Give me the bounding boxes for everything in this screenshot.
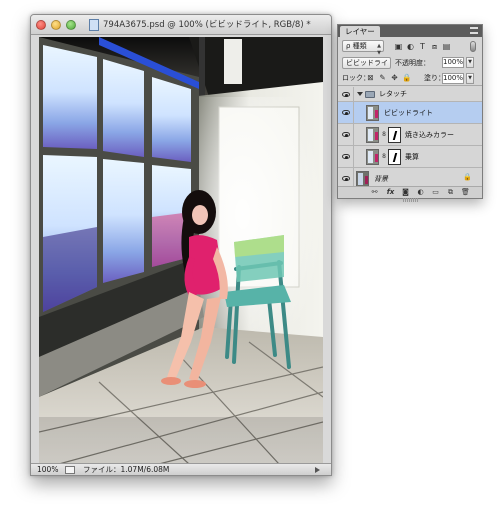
document-status-bar: 100% ファイル：1.07M/6.08M	[31, 463, 331, 475]
panel-tabbar: レイヤー	[338, 25, 482, 37]
photo-canvas[interactable]	[39, 37, 323, 464]
filter-type-icon[interactable]: T	[418, 42, 427, 51]
minimize-window-icon[interactable]	[51, 20, 61, 30]
fill-field[interactable]: 100%	[442, 73, 464, 84]
status-preview-icon[interactable]	[65, 466, 75, 474]
visibility-eye-icon[interactable]	[340, 87, 352, 101]
panel-menu-icon[interactable]	[470, 27, 478, 34]
thumbnail-image	[357, 172, 368, 186]
filter-kind-select[interactable]: ρ 種類 ▲ ▼	[342, 40, 384, 56]
select-arrows-icon: ▲ ▼	[377, 43, 381, 56]
filter-toggle-switch[interactable]	[470, 41, 476, 52]
layer-mask-thumbnail[interactable]	[388, 127, 401, 143]
layer-name: 乗算	[405, 153, 419, 161]
layer-name: ビビッドライト	[384, 109, 433, 117]
eye-column-divider	[353, 102, 354, 123]
layer-name: 焼き込みカラー	[405, 131, 454, 139]
layer-row-vivid-light[interactable]: ビビッドライト	[338, 102, 482, 124]
layer-row-group[interactable]: レタッチ	[338, 87, 482, 102]
opacity-field[interactable]: 100%	[442, 57, 464, 68]
layers-panel: レイヤー ρ 種類 ▲ ▼ ▣ ◐ T ⧈ ▤ ビビッドライト 不透明度： 100…	[337, 24, 483, 202]
zoom-window-icon[interactable]	[66, 20, 76, 30]
group-folder-icon	[365, 91, 375, 98]
filter-adjustment-icon[interactable]: ◐	[406, 42, 415, 51]
fill-dropdown-icon[interactable]: ▼	[466, 73, 474, 84]
visibility-eye-icon[interactable]	[340, 146, 352, 167]
layer-list: レタッチ ビビッドライト 8 焼き込みカラー 8 乗算 背景 🔒	[338, 87, 482, 190]
group-expand-arrow-icon[interactable]	[357, 92, 363, 96]
lock-all-icon[interactable]: 🔒	[402, 73, 411, 82]
panel-footer: ⚯ fx ◙ ◐ ▭ ⧉ 🗑	[338, 186, 482, 202]
new-group-icon[interactable]: ▭	[431, 188, 440, 197]
new-adjustment-icon[interactable]: ◐	[416, 188, 425, 197]
visibility-eye-icon[interactable]	[340, 124, 352, 145]
new-layer-icon[interactable]: ⧉	[446, 188, 455, 197]
trash-icon[interactable]: 🗑	[461, 188, 470, 197]
opacity-label: 不透明度：	[395, 59, 430, 67]
psd-file-icon	[89, 19, 99, 31]
tab-layers[interactable]: レイヤー	[340, 26, 380, 37]
thumbnail-image	[367, 128, 378, 142]
layer-thumbnail	[356, 171, 369, 187]
layer-row-color-burn[interactable]: 8 焼き込みカラー	[338, 124, 482, 146]
add-mask-icon[interactable]: ◙	[401, 188, 410, 197]
link-chain-icon[interactable]: 8	[381, 130, 387, 140]
visibility-eye-icon[interactable]	[340, 102, 352, 123]
document-title: 794A3675.psd @ 100% (ビビッドライト, RGB/8) *	[103, 20, 311, 30]
link-layers-icon[interactable]: ⚯	[370, 188, 379, 197]
eye-column-divider	[353, 124, 354, 145]
layer-name: レタッチ	[379, 90, 407, 98]
lock-row: ロック： ⊠ ✎ ✥ 🔒 塗り： 100% ▼	[338, 72, 482, 86]
blend-mode-value: ビビッドライト	[346, 59, 391, 67]
thumbnail-image	[367, 106, 378, 120]
thumbnail-image	[367, 150, 378, 164]
layer-thumbnail	[366, 127, 379, 143]
layer-mask-thumbnail[interactable]	[388, 149, 401, 165]
blend-row: ビビッドライト 不透明度： 100% ▼	[338, 57, 482, 71]
lock-transparent-icon[interactable]: ⊠	[366, 73, 375, 82]
layer-row-multiply[interactable]: 8 乗算	[338, 146, 482, 168]
fx-icon[interactable]: fx	[386, 188, 395, 197]
close-window-icon[interactable]	[36, 20, 46, 30]
canvas-image	[39, 37, 323, 464]
layer-locked-icon: 🔒	[463, 173, 472, 181]
filter-shape-icon[interactable]: ⧈	[430, 42, 439, 51]
lock-position-icon[interactable]: ✥	[390, 73, 399, 82]
layer-thumbnail	[366, 105, 379, 121]
status-menu-arrow-icon[interactable]	[315, 467, 320, 473]
opacity-dropdown-icon[interactable]: ▼	[466, 57, 474, 68]
filter-kind-label: ρ 種類	[346, 42, 367, 50]
document-window: 794A3675.psd @ 100% (ビビッドライト, RGB/8) * 1…	[30, 14, 332, 476]
link-chain-icon[interactable]: 8	[381, 152, 387, 162]
filter-smartobject-icon[interactable]: ▤	[442, 42, 451, 51]
zoom-level[interactable]: 100%	[37, 464, 58, 475]
filter-pixel-icon[interactable]: ▣	[394, 42, 403, 51]
layer-name: 背景	[374, 175, 388, 183]
file-size-info: ファイル：1.07M/6.08M	[83, 465, 170, 474]
lock-image-icon[interactable]: ✎	[378, 73, 387, 82]
panel-resize-grip[interactable]	[403, 198, 419, 202]
filter-row: ρ 種類 ▲ ▼ ▣ ◐ T ⧈ ▤	[338, 39, 482, 56]
eye-column-divider	[353, 87, 354, 101]
blend-mode-select[interactable]: ビビッドライト	[342, 57, 391, 69]
document-titlebar[interactable]: 794A3675.psd @ 100% (ビビッドライト, RGB/8) *	[31, 15, 331, 35]
eye-column-divider	[353, 146, 354, 167]
layer-thumbnail	[366, 149, 379, 165]
